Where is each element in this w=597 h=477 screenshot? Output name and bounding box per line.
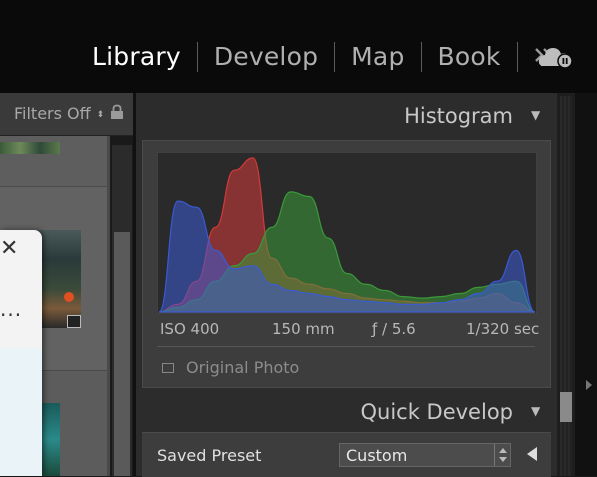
module-develop[interactable]: Develop — [214, 42, 318, 72]
overlay-popup — [0, 230, 42, 476]
collapse-triangle-icon[interactable]: ▼ — [531, 108, 540, 122]
lock-icon[interactable] — [110, 104, 124, 124]
quick-develop-title[interactable]: Quick Develop — [360, 400, 513, 424]
module-library[interactable]: Library — [92, 42, 181, 72]
histogram-title[interactable]: Histogram — [404, 104, 513, 128]
select-updown-icon — [494, 444, 511, 466]
thumbnail-detail — [64, 292, 74, 302]
expand-panel-icon[interactable] — [585, 376, 593, 395]
photo-thumbnail[interactable] — [0, 142, 60, 154]
focal-length-readout: 150 mm — [272, 320, 335, 338]
module-map[interactable]: Map — [351, 42, 404, 72]
histogram-divider — [157, 346, 535, 347]
module-book[interactable]: Book — [438, 42, 501, 72]
disclosure-triangle-icon[interactable] — [525, 446, 539, 466]
close-icon[interactable]: ✕ — [0, 237, 18, 261]
more-options-icon[interactable]: ... — [0, 297, 22, 321]
module-divider — [334, 42, 336, 72]
original-photo-checkbox[interactable] — [162, 363, 174, 373]
module-divider — [516, 42, 518, 72]
module-picker: Library Develop Map Book — [92, 42, 554, 72]
edited-badge-icon — [67, 315, 81, 328]
histogram-chart[interactable] — [157, 152, 537, 314]
filters-dropdown[interactable]: Filters Off ⬍ — [14, 104, 104, 123]
collapse-triangle-icon[interactable]: ▼ — [531, 404, 540, 418]
original-photo-label: Original Photo — [186, 358, 300, 377]
popup-lower-area — [0, 348, 42, 476]
scrollbar-thumb[interactable] — [560, 392, 572, 422]
photo-thumbnail[interactable] — [40, 403, 60, 476]
saved-preset-label: Saved Preset — [157, 446, 262, 465]
cloud-sync-paused-icon[interactable] — [538, 44, 574, 74]
aperture-readout: ƒ / 5.6 — [372, 320, 416, 338]
photo-thumbnail[interactable] — [38, 230, 81, 328]
shutter-readout: 1/320 sec — [466, 320, 540, 338]
panel-edge — [575, 93, 597, 476]
filters-label: Filters Off — [14, 104, 91, 123]
iso-readout: ISO 400 — [160, 320, 220, 338]
grid-scrollbar-thumb[interactable] — [114, 232, 130, 476]
module-divider — [196, 42, 198, 72]
module-divider — [420, 42, 422, 72]
updown-arrow-icon: ⬍ — [96, 109, 105, 120]
saved-preset-value: Custom — [346, 446, 408, 465]
